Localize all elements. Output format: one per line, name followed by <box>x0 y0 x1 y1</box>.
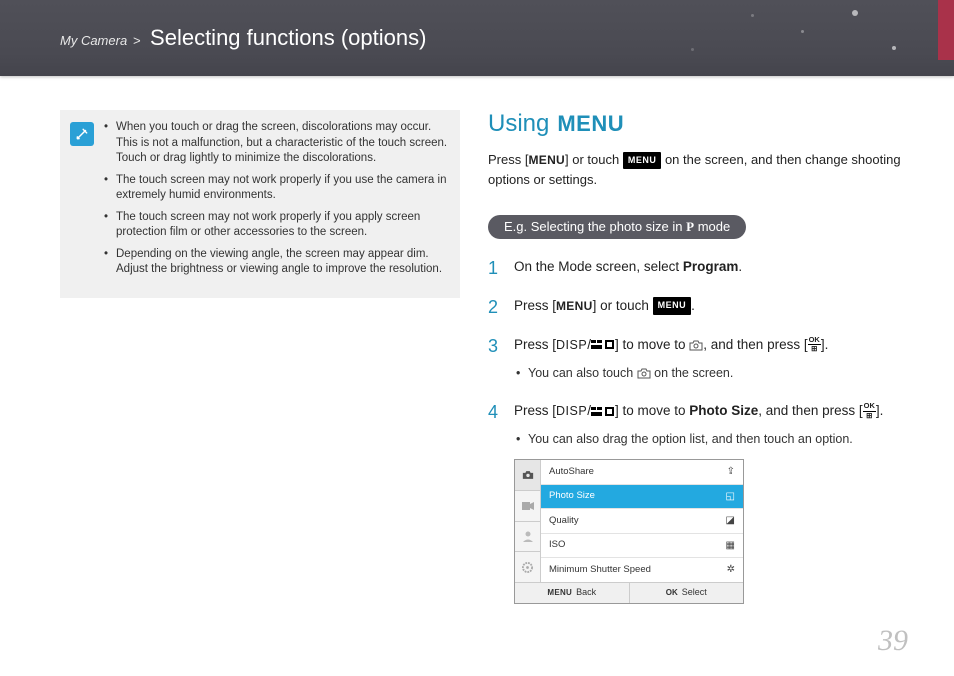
footer-back[interactable]: MENU Back <box>515 583 630 603</box>
mode-icons <box>591 339 615 351</box>
step-4: Press [DISP/] to move to Photo Size, and… <box>488 401 920 604</box>
note-box: When you touch or drag the screen, disco… <box>60 110 460 298</box>
step4-bold: Photo Size <box>689 403 758 418</box>
row-label: Minimum Shutter Speed <box>549 563 651 578</box>
pill-suffix: mode <box>694 219 730 234</box>
step4-mid: ] to move to <box>615 403 689 418</box>
step1-bold: Program <box>683 259 739 274</box>
step1-post: . <box>738 259 742 274</box>
camera-icon <box>637 368 651 379</box>
menu-word-inline: MENU <box>556 299 593 313</box>
note-item: Depending on the viewing angle, the scre… <box>104 247 448 278</box>
menu-footer: MENU Back OK Select <box>515 582 743 603</box>
footer-select-key: OK <box>666 587 678 599</box>
section-title: Using MENU <box>488 110 920 138</box>
step4-post: ]. <box>876 403 884 418</box>
footer-select-label: Select <box>682 586 707 600</box>
pill-mode: P <box>686 219 694 234</box>
breadcrumb-sep: > <box>133 33 141 48</box>
steps-list: On the Mode screen, select Program. Pres… <box>488 257 920 604</box>
sparkle-decor <box>691 48 694 51</box>
row-min-shutter[interactable]: Minimum Shutter Speed ✲ <box>541 558 743 582</box>
pill-prefix: E.g. Selecting the photo size in <box>504 219 686 234</box>
step-2: Press [MENU] or touch MENU. <box>488 296 920 317</box>
row-label: Photo Size <box>549 489 595 504</box>
step4-mid2: , and then press [ <box>758 403 862 418</box>
step3-sub-pre: You can also touch <box>528 366 637 380</box>
step4-pre: Press [ <box>514 403 556 418</box>
step3-mid2: , and then press [ <box>703 337 807 352</box>
step3-pre: Press [ <box>514 337 556 352</box>
mode-icons <box>591 405 615 417</box>
step-3: Press [DISP/] to move to , and then pres… <box>488 335 920 383</box>
note-item: When you touch or drag the screen, disco… <box>104 120 448 167</box>
row-label: AutoShare <box>549 465 594 480</box>
tab-camera[interactable] <box>515 460 540 491</box>
ok-bot: ⊞ <box>811 345 817 353</box>
row-iso[interactable]: ISO ▦ <box>541 534 743 559</box>
footer-back-key: MENU <box>547 587 572 599</box>
sparkle-decor <box>751 14 754 17</box>
camera-icon <box>689 340 703 351</box>
sparkle-decor <box>852 10 858 16</box>
disp-word: DISP <box>556 338 587 352</box>
iso-icon: ▦ <box>726 538 735 554</box>
sparkle-decor <box>892 46 896 50</box>
footer-back-label: Back <box>576 586 596 600</box>
breadcrumb-root: My Camera <box>60 33 127 48</box>
page-header: My Camera > Selecting functions (options… <box>0 0 954 76</box>
step1-pre: On the Mode screen, select <box>514 259 683 274</box>
intro-prefix: Press [ <box>488 152 528 167</box>
step3-sub: You can also touch on the screen. <box>514 364 920 383</box>
intro-text: Press [MENU] or touch MENU on the screen… <box>488 150 920 189</box>
step2-post: . <box>691 298 695 313</box>
ok-bot: ⊞ <box>866 412 872 420</box>
step2-pre: Press [ <box>514 298 556 313</box>
row-label: Quality <box>549 514 579 529</box>
step3-sub-post: on the screen. <box>651 366 734 380</box>
disp-word: DISP <box>556 404 587 418</box>
sparkle-decor <box>801 30 804 33</box>
edge-tab <box>938 0 954 60</box>
row-autoshare[interactable]: AutoShare ⇪ <box>541 460 743 485</box>
intro-mid: ] or touch <box>565 152 623 167</box>
tab-user[interactable] <box>515 522 540 553</box>
example-pill: E.g. Selecting the photo size in P mode <box>488 215 746 239</box>
tab-settings[interactable] <box>515 552 540 582</box>
ok-button-glyph: OK⊞ <box>808 336 821 353</box>
step4-sub: You can also drag the option list, and t… <box>514 430 920 449</box>
footer-select[interactable]: OK Select <box>630 583 744 603</box>
step3-post: ]. <box>821 337 829 352</box>
menu-tabs <box>515 460 541 582</box>
ok-button-glyph: OK⊞ <box>863 402 876 419</box>
step3-mid: ] to move to <box>615 337 689 352</box>
shutter-icon: ✲ <box>727 562 735 578</box>
row-quality[interactable]: Quality ◪ <box>541 509 743 534</box>
using-label: Using <box>488 110 549 138</box>
note-list: When you touch or drag the screen, disco… <box>104 120 448 284</box>
note-item: The touch screen may not work properly i… <box>104 173 448 204</box>
menu-glyph: MENU <box>557 111 624 137</box>
note-icon <box>70 122 94 146</box>
step2-mid: ] or touch <box>593 298 653 313</box>
camera-menu-panel: AutoShare ⇪ Photo Size ◱ Quality ◪ ISO ▦ Min… <box>514 459 744 603</box>
tab-video[interactable] <box>515 491 540 522</box>
step-1: On the Mode screen, select Program. <box>488 257 920 278</box>
menu-button-icon: MENU <box>653 297 692 315</box>
row-label: ISO <box>549 538 565 553</box>
page-title: Selecting functions (options) <box>150 25 426 50</box>
aspect-icon: ◱ <box>726 489 735 505</box>
page-number: 39 <box>878 624 908 658</box>
row-photo-size[interactable]: Photo Size ◱ <box>541 485 743 510</box>
menu-word-inline: MENU <box>528 153 565 167</box>
breadcrumb: My Camera > Selecting functions (options… <box>0 25 426 51</box>
note-item: The touch screen may not work properly i… <box>104 210 448 241</box>
menu-button-icon: MENU <box>623 152 662 170</box>
share-icon: ⇪ <box>727 464 735 480</box>
quality-icon: ◪ <box>726 513 735 529</box>
menu-rows: AutoShare ⇪ Photo Size ◱ Quality ◪ ISO ▦ Min… <box>541 460 743 582</box>
